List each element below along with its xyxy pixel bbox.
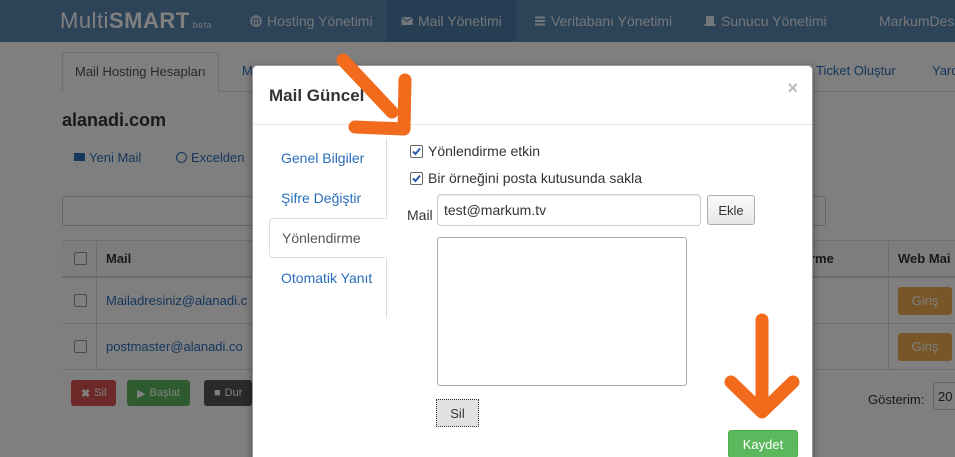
add-forward-button[interactable]: Ekle xyxy=(707,195,755,225)
delete-forward-button[interactable]: Sil xyxy=(436,399,479,427)
mail-update-modal: Mail Güncel × Genel Bilgiler Şifre Değiş… xyxy=(252,65,813,457)
tabs-divider xyxy=(269,298,387,318)
close-icon[interactable]: × xyxy=(787,78,798,99)
keep-copy-label: Bir örneğini posta kutusunda sakla xyxy=(428,170,643,186)
forward-address-list[interactable] xyxy=(437,237,687,386)
tab-auto-reply[interactable]: Otomatik Yanıt xyxy=(269,258,387,298)
modal-tabs: Genel Bilgiler Şifre Değiştir Yönlendirm… xyxy=(269,138,387,318)
mail-field-label: Mail xyxy=(407,207,433,223)
forwarding-enabled-checkbox[interactable] xyxy=(410,144,423,158)
keep-copy-checkbox[interactable] xyxy=(410,171,423,185)
checkmark-icon xyxy=(412,147,421,155)
modal-title: Mail Güncel xyxy=(269,86,365,105)
forwarding-enabled-row[interactable]: Yönlendirme etkin xyxy=(410,143,540,159)
save-button[interactable]: Kaydet xyxy=(728,430,798,457)
tab-forwarding[interactable]: Yönlendirme xyxy=(269,218,387,258)
forward-mail-input[interactable] xyxy=(437,194,701,226)
tab-general-info[interactable]: Genel Bilgiler xyxy=(269,138,387,178)
keep-copy-row[interactable]: Bir örneğini posta kutusunda sakla xyxy=(410,170,642,186)
tab-change-password[interactable]: Şifre Değiştir xyxy=(269,178,387,218)
checkmark-icon xyxy=(412,174,421,182)
forwarding-enabled-label: Yönlendirme etkin xyxy=(428,143,541,159)
modal-header: Mail Güncel × xyxy=(253,66,812,125)
